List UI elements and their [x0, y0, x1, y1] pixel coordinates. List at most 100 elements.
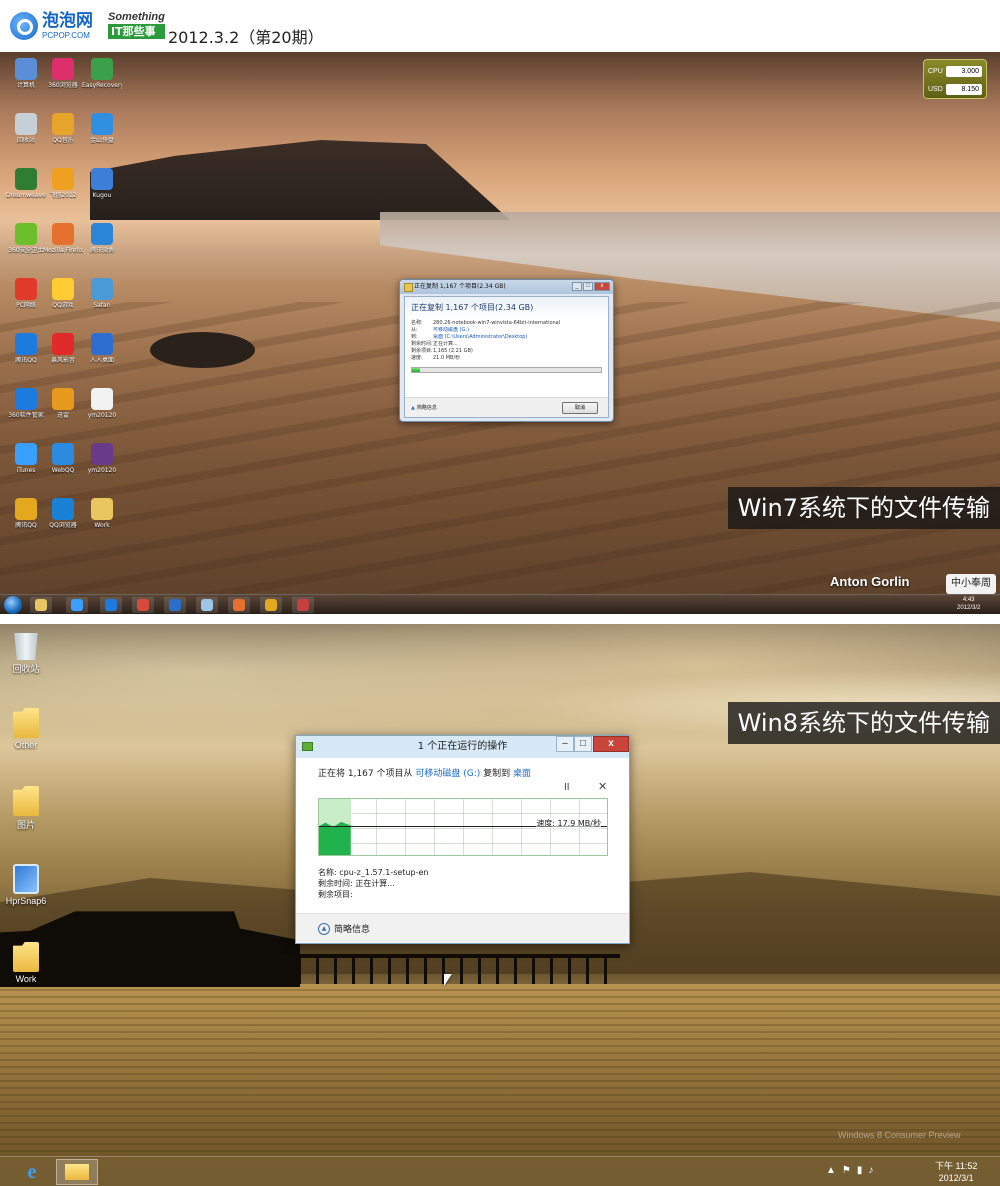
desktop-icon[interactable]: 图片 — [1, 786, 51, 831]
column-brand: Something IT那些事 — [108, 12, 165, 39]
desktop-icon[interactable]: ym20120 — [82, 388, 122, 419]
folder-icon — [13, 942, 39, 972]
taskbar-explorer-icon[interactable] — [56, 1159, 98, 1185]
cancel-button[interactable]: 取消 — [562, 402, 598, 414]
desktop-icon[interactable]: WebQQ — [43, 443, 83, 474]
file-name-line: 名称: cpu-z_1.57.1-setup-en — [318, 868, 429, 877]
win7-clock[interactable]: 4:43 2012/3/2 — [957, 596, 980, 612]
desktop-icon[interactable]: PC网络 — [6, 278, 46, 309]
app-icon — [52, 168, 74, 190]
desktop-icon[interactable]: 腾讯QQ — [6, 498, 46, 529]
win7-copy-dialog[interactable]: 正在复制 1,167 个项目(2.34 GB) _ □ x 正在复制 1,167… — [399, 279, 614, 422]
desktop-icon[interactable]: ym20120 — [82, 443, 122, 474]
taskbar-window-icon[interactable] — [196, 597, 218, 613]
detail-value: 正在计算... — [433, 341, 458, 347]
desktop-icon[interactable]: 暴风影音 — [43, 333, 83, 364]
app-icon — [91, 278, 113, 300]
desktop-gadget[interactable]: CPU 3.000 USD 8.150 — [923, 59, 987, 99]
tray-flag-icon[interactable]: ⚑ — [842, 1165, 851, 1176]
less-details-button[interactable]: 简略信息 — [411, 404, 437, 411]
detail-value[interactable]: 桌面 (C:\Users\Administrator\Desktop) — [433, 334, 602, 341]
desktop-icon[interactable]: 回收站 — [1, 630, 51, 675]
desktop-icon[interactable]: Other — [1, 708, 51, 750]
taskbar-chrome-icon[interactable] — [132, 597, 154, 613]
desktop-icon-label: 回收站 — [16, 137, 35, 144]
desktop-icon[interactable]: 腾讯微博 — [82, 223, 122, 254]
win8-copy-dialog[interactable]: 1 个正在运行的操作 – □ x 正在将 1,167 个项目从 可移动磁盘 (G… — [295, 735, 630, 944]
detail-row: 从: 可移动磁盘 (G:) — [411, 327, 602, 334]
pause-button[interactable]: II — [564, 782, 570, 793]
detail-row: 剩余时间: 正在计算... — [411, 341, 602, 348]
desktop-icon[interactable]: 金山快盘 — [82, 113, 122, 144]
win7-taskbar: 4:43 2012/3/2 — [0, 594, 1000, 614]
win8-clock[interactable]: 下午 11:52 2012/3/1 — [935, 1160, 977, 1184]
close-icon[interactable]: x — [593, 736, 629, 752]
copy-progress-fill — [412, 368, 420, 372]
desktop-icon-label: 腾讯QQ — [15, 522, 37, 529]
tray-volume-icon[interactable]: ♪ — [868, 1165, 873, 1176]
desktop-icon[interactable]: QQ游戏 — [43, 278, 83, 309]
taskbar-360-icon[interactable] — [100, 597, 122, 613]
taskbar-app-icon[interactable] — [292, 597, 314, 613]
app-icon — [52, 223, 74, 245]
app-icon — [52, 333, 74, 355]
detail-value[interactable]: 可移动磁盘 (G:) — [433, 327, 602, 334]
start-button-icon[interactable] — [4, 596, 22, 614]
taskbar-ie-icon[interactable] — [66, 597, 88, 613]
desktop-icon[interactable]: 腾讯QQ — [6, 333, 46, 364]
desktop-icon[interactable]: iTunes — [6, 443, 46, 474]
detail-value: 280.26-notebook-win7-winvista-64bit-inte… — [433, 320, 561, 326]
dialog-details: 名称: 280.26-notebook-win7-winvista-64bit-i… — [405, 318, 608, 364]
desktop-icon[interactable]: 人人桌面 — [82, 333, 122, 364]
desktop-icon[interactable]: QQ音乐 — [43, 113, 83, 144]
desktop-icon[interactable]: 360安全卫士 — [6, 223, 46, 254]
desktop-icon[interactable]: 计算机 — [6, 58, 46, 89]
maximize-icon[interactable]: □ — [574, 736, 592, 752]
desktop-icon-label: 计算机 — [16, 82, 35, 89]
desktop-icon[interactable]: Safari — [82, 278, 122, 309]
detail-key: 剩余项目: — [411, 348, 433, 354]
desktop-icon[interactable]: 迅雷 — [43, 388, 83, 419]
os-watermark: Windows 8 Consumer Preview — [838, 1130, 961, 1140]
less-details-button[interactable]: ▲ 简略信息 — [318, 922, 370, 935]
speed-label: 速度: 17.9 MB/秒 — [536, 818, 601, 829]
chevron-up-icon: ▲ — [318, 922, 330, 935]
clock-date: 2012/3/1 — [938, 1173, 974, 1183]
source-link[interactable]: 可移动磁盘 (G:) — [415, 769, 480, 779]
desktop-icon[interactable]: Work — [1, 942, 51, 984]
section-separator — [0, 614, 1000, 624]
desktop-icon[interactable]: 360软件管家 — [6, 388, 46, 419]
taskbar-ie-icon[interactable]: e — [20, 1161, 44, 1183]
destination-link[interactable]: 桌面 — [513, 769, 531, 779]
system-tray: ▲ ⚑ ▮ ♪ — [826, 1165, 873, 1176]
minimize-icon[interactable]: – — [556, 736, 574, 752]
taskbar-photoshop-icon[interactable] — [164, 597, 186, 613]
app-icon — [91, 498, 113, 520]
close-icon[interactable]: x — [594, 282, 610, 291]
desktop-icon-label: Dreamweaver CS3 — [6, 192, 46, 199]
desktop-icon[interactable]: EasyRecovery Professional — [82, 58, 122, 89]
cancel-operation-button[interactable]: ✕ — [598, 780, 607, 793]
gadget-value-2: 8.150 — [946, 83, 982, 95]
desktop-icon[interactable]: Kugou — [82, 168, 122, 199]
taskbar-explorer-icon[interactable] — [30, 597, 52, 613]
taskbar-firefox-icon[interactable] — [228, 597, 250, 613]
desktop-icon[interactable]: Mozilla Firefox — [43, 223, 83, 254]
win8-taskbar: e ▲ ⚑ ▮ ♪ 下午 11:52 2012/3/1 — [0, 1156, 1000, 1186]
copy-details: 名称: cpu-z_1.57.1-setup-en 剩余时间: 正在计算... … — [318, 867, 428, 900]
tray-arrow-icon[interactable]: ▲ — [826, 1165, 836, 1176]
minimize-icon[interactable]: _ — [572, 282, 582, 291]
desktop-icon[interactable]: 360浏览器 — [43, 58, 83, 89]
desktop-icon[interactable]: QQ浏览器 — [43, 498, 83, 529]
desktop-icon-label: 360安全卫士 — [8, 247, 44, 254]
desktop-icon-label: Mozilla Firefox — [43, 247, 83, 254]
desktop-icon[interactable]: 回收站 — [6, 113, 46, 144]
desktop-icon[interactable]: HprSnap6 — [1, 864, 51, 906]
maximize-icon[interactable]: □ — [583, 282, 593, 291]
desktop-icon[interactable]: Work — [82, 498, 122, 529]
desktop-icon[interactable]: 飞信2012 — [43, 168, 83, 199]
taskbar-qq-icon[interactable] — [260, 597, 282, 613]
tray-network-icon[interactable]: ▮ — [857, 1165, 863, 1176]
corner-badge: 中小奉周 — [946, 574, 996, 594]
desktop-icon[interactable]: Dreamweaver CS3 — [6, 168, 46, 199]
